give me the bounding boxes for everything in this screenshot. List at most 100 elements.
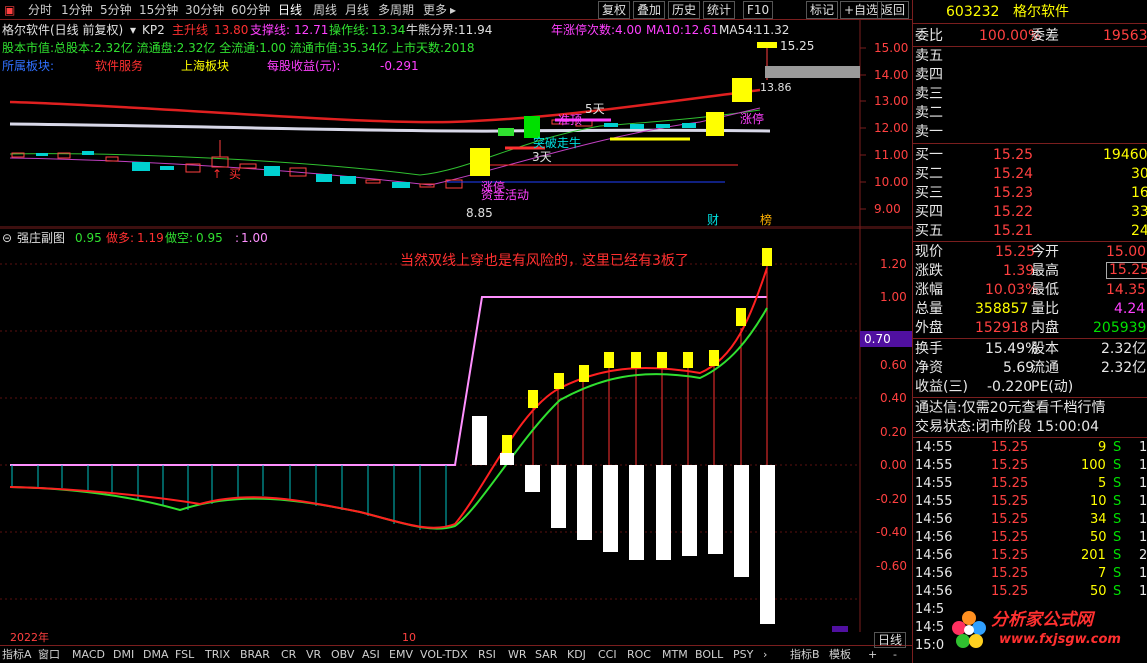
sector-shanghai[interactable]: 上海板块 bbox=[181, 59, 229, 73]
five-day-annotation: 5天 bbox=[585, 102, 605, 116]
period-day-tab[interactable]: 日线 bbox=[874, 632, 907, 648]
indicator-tab-roc[interactable]: ROC bbox=[627, 648, 651, 663]
y-axis-label: 15.00 bbox=[874, 41, 909, 55]
sector-software[interactable]: 软件服务 bbox=[95, 59, 143, 73]
buy-level-1: 买一 15.25 19460 bbox=[915, 147, 1147, 163]
niuxiong-value: 11.94 bbox=[458, 23, 493, 37]
zoom-out-icon[interactable]: - bbox=[893, 648, 897, 663]
period-tab-more[interactable]: 更多 bbox=[423, 2, 447, 18]
tick-row: 14:55 15.25 10 S 1 bbox=[915, 494, 1147, 509]
period-tab-month[interactable]: 月线 bbox=[345, 2, 369, 18]
sell-level-3: 卖三 bbox=[915, 86, 943, 102]
indicator-tab-window[interactable]: 窗口 bbox=[38, 648, 60, 663]
indicator-tab-emv[interactable]: EMV bbox=[389, 648, 413, 663]
indicator-tab-mtm[interactable]: MTM bbox=[662, 648, 688, 663]
y-axis-label: 13.00 bbox=[874, 94, 909, 108]
sub-chart-collapse-icon[interactable]: ⊝ bbox=[2, 231, 12, 245]
sub-v4-colon: : bbox=[235, 231, 240, 245]
indicator-dropdown-icon[interactable]: ▾ bbox=[130, 23, 136, 37]
niuxiong-label: 牛熊分界: bbox=[406, 23, 459, 37]
zhicheng-label: 支撑线: bbox=[250, 23, 291, 37]
sub-y-axis-label: 0.00 bbox=[880, 458, 907, 472]
caozuo-label: 操作线: bbox=[329, 23, 370, 37]
low-price-mark: 8.85 bbox=[466, 206, 493, 220]
zuokong-value: 0.95 bbox=[196, 231, 223, 245]
eps-label: 每股收益(元): bbox=[267, 59, 341, 73]
more-chevron-icon[interactable]: ▸ bbox=[450, 2, 456, 18]
zuoduo-value: 1.19 bbox=[137, 231, 164, 245]
indicator-tab-wr[interactable]: WR bbox=[508, 648, 527, 663]
period-tab-fenshi[interactable]: 分时 bbox=[28, 2, 52, 18]
weibi-row: 委比 100.00% 委差 19563 bbox=[913, 27, 1147, 45]
period-tab-week[interactable]: 周线 bbox=[313, 2, 337, 18]
toolbar-icon[interactable]: ▣ bbox=[4, 2, 15, 18]
sell-level-1: 卖一 bbox=[915, 124, 943, 140]
add-watchlist-button[interactable]: +自选 bbox=[840, 1, 883, 19]
kline-chart[interactable]: 格尔软件(日线 前复权) ▾ KP2 主升线 13.80 支撑线: 12.71 … bbox=[0, 20, 912, 228]
template-tab[interactable]: 模板 bbox=[829, 648, 851, 663]
indicator-tab-macd[interactable]: MACD bbox=[72, 648, 105, 663]
zhangting2-annotation: 涨停 bbox=[740, 112, 765, 126]
period-tab-60min[interactable]: 60分钟 bbox=[231, 2, 270, 18]
indicator-tab-obv[interactable]: OBV bbox=[331, 648, 354, 663]
indicator-tab-asi[interactable]: ASI bbox=[362, 648, 380, 663]
ma10-label: MA10: bbox=[646, 23, 684, 37]
history-button[interactable]: 历史 bbox=[668, 1, 701, 19]
period-tab-30min[interactable]: 30分钟 bbox=[185, 2, 224, 18]
sub-y-axis-label: 1.20 bbox=[880, 257, 907, 271]
indicator-tab-vr[interactable]: VR bbox=[306, 648, 321, 663]
period-tab-5min[interactable]: 5分钟 bbox=[100, 2, 132, 18]
indicator-tab-rsi[interactable]: RSI bbox=[478, 648, 496, 663]
promo-link[interactable]: 通达信:仅需20元查看千档行情 bbox=[913, 399, 1147, 417]
indicator-tab-sar[interactable]: SAR bbox=[535, 648, 557, 663]
indicator-tab-boll[interactable]: BOLL bbox=[695, 648, 723, 663]
back-button[interactable]: 返回 bbox=[877, 1, 910, 19]
zoom-in-icon[interactable]: + bbox=[868, 648, 877, 663]
indicator-tab-kdj[interactable]: KDJ bbox=[567, 648, 586, 663]
indicator-tab-brar[interactable]: BRAR bbox=[240, 648, 270, 663]
indicator-tab-a[interactable]: 指标A bbox=[2, 648, 32, 663]
y-axis-label: 12.00 bbox=[874, 121, 909, 135]
indicator-tab-bar: 指标A 窗口 MACD DMI DMA FSL TRIX BRAR CR VR … bbox=[0, 645, 912, 663]
indicator-name[interactable]: KP2 bbox=[142, 23, 165, 37]
zhicheng-value: 12.71 bbox=[294, 23, 329, 37]
stats-button[interactable]: 统计 bbox=[703, 1, 736, 19]
xingao-annotation: 准顶 bbox=[558, 113, 583, 127]
tick-row: 14:56 15.25 50 S 1 bbox=[915, 530, 1147, 545]
rank-tag[interactable]: 榜 bbox=[760, 213, 772, 227]
tick-row: 14:55 15.25 5 S 1 bbox=[915, 476, 1147, 491]
period-tab-day[interactable]: 日线 bbox=[278, 2, 302, 18]
mark-button[interactable]: 标记 bbox=[806, 1, 839, 19]
sub-chart-title[interactable]: 强庄副图 bbox=[17, 231, 65, 245]
indicator-tab-dmi[interactable]: DMI bbox=[113, 648, 134, 663]
period-tab-multi[interactable]: 多周期 bbox=[378, 2, 414, 18]
tick-row: 14:56 15.25 34 S 1 bbox=[915, 512, 1147, 527]
f10-button[interactable]: F10 bbox=[743, 1, 774, 19]
buy-level-2: 买二 15.24 30 bbox=[915, 166, 1147, 182]
indicator-tab-trix[interactable]: TRIX bbox=[205, 648, 230, 663]
watermark-title: 分析家公式网 bbox=[991, 610, 1093, 630]
tick-row: 14:56 15.25 7 S 1 bbox=[915, 566, 1147, 581]
period-tab-1min[interactable]: 1分钟 bbox=[61, 2, 93, 18]
trade-status: 交易状态:闭市阶段 15:00:04 bbox=[915, 419, 1100, 435]
quote-row: 涨幅 10.03% 最低 14.35 bbox=[915, 282, 1147, 298]
indicator-tab-voltdx[interactable]: VOL-TDX bbox=[420, 648, 468, 663]
indicator-tab-cci[interactable]: CCI bbox=[598, 648, 617, 663]
indicator-tab-fsl[interactable]: FSL bbox=[175, 648, 194, 663]
indicator-tab-cr[interactable]: CR bbox=[281, 648, 296, 663]
overlay-button[interactable]: 叠加 bbox=[633, 1, 666, 19]
indicator-tab-dma[interactable]: DMA bbox=[143, 648, 169, 663]
period-toolbar: ▣ 分时 1分钟 5分钟 15分钟 30分钟 60分钟 日线 周线 月线 多周期… bbox=[0, 0, 912, 20]
sub-v1-value: 0.95 bbox=[75, 231, 102, 245]
fuquan-button[interactable]: 复权 bbox=[598, 1, 631, 19]
finance-tag[interactable]: 财 bbox=[707, 213, 719, 227]
tab-scroll-right-icon[interactable]: › bbox=[763, 648, 767, 663]
period-tab-15min[interactable]: 15分钟 bbox=[139, 2, 178, 18]
three-day-annotation: 3天 bbox=[532, 150, 552, 164]
indicator-tab-psy[interactable]: PSY bbox=[733, 648, 753, 663]
sub-indicator-chart[interactable]: ⊝ 强庄副图 0.95 做多: 1.19 做空: 0.95 : 1.00 当然双… bbox=[0, 228, 912, 644]
ma54-label: MA54: bbox=[719, 23, 757, 37]
y-axis-label: 10.00 bbox=[874, 175, 909, 189]
high-price-mark: 15.25 bbox=[780, 39, 815, 53]
indicator-tab-b[interactable]: 指标B bbox=[790, 648, 820, 663]
